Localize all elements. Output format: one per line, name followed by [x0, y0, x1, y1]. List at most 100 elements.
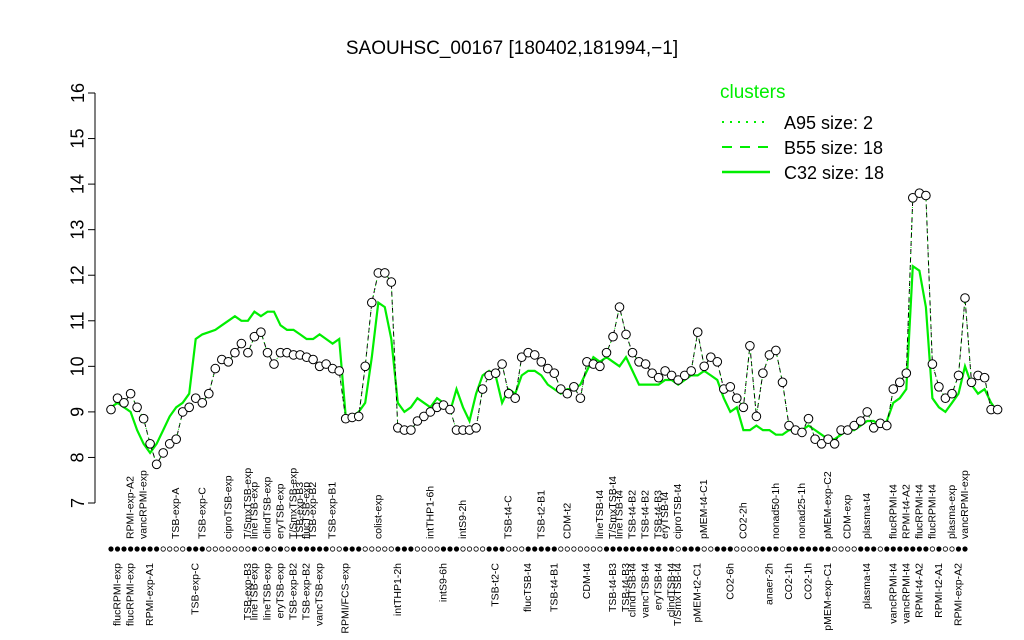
sample-marker: [525, 546, 531, 552]
top-sample-label: flucRPMI-t4: [887, 484, 899, 539]
sample-marker: [245, 546, 251, 552]
cluster-c32-line: [110, 264, 999, 455]
bottom-sample-label: intS9-6h: [438, 563, 450, 602]
sample-marker: [479, 546, 486, 552]
sample-marker: [134, 546, 140, 552]
sample-marker: [499, 546, 505, 552]
top-sample-label: intS9-2h: [457, 500, 469, 539]
data-point: [125, 388, 136, 399]
data-point: [966, 377, 977, 388]
legend-entry-label: A95 size: 2: [784, 113, 873, 133]
data-point: [171, 434, 181, 445]
bottom-sample-label: pMEM-exp-C1: [822, 563, 834, 631]
sample-marker: [290, 546, 297, 552]
data-point: [529, 350, 540, 360]
data-point: [106, 404, 116, 415]
sample-marker: [701, 546, 707, 552]
bottom-sample-label: flucTSB-t4: [522, 563, 534, 612]
bottom-sample-label: pMEM-t2-C1: [692, 563, 704, 623]
sample-marker: [571, 546, 577, 552]
sample-marker: [251, 546, 257, 552]
data-point: [445, 404, 455, 415]
sample-marker: [812, 546, 818, 552]
top-sample-label: lineTSB-exp: [248, 482, 260, 539]
data-point: [921, 190, 931, 201]
top-sample-label: ciproTSB-exp: [222, 475, 234, 539]
sample-marker: [877, 546, 883, 552]
data-point: [627, 347, 638, 358]
top-sample-label: clindTSB-exp: [262, 476, 274, 539]
bottom-sample-label: vancTSB-t4: [640, 563, 652, 618]
sample-marker: [362, 546, 368, 552]
top-sample-label: TSB-t4-B2: [627, 490, 639, 539]
sample-marker: [740, 546, 747, 552]
sample-marker: [792, 546, 799, 552]
sample-marker: [545, 546, 551, 552]
data-point: [934, 382, 944, 392]
sample-marker: [329, 546, 336, 552]
data-point: [699, 361, 710, 372]
sample-marker: [773, 546, 779, 552]
top-sample-label: TSB-t4-B2: [640, 490, 652, 539]
data-point: [640, 359, 651, 369]
sample-marker: [538, 546, 544, 552]
top-sample-label: pMEM-t4-C1: [698, 479, 710, 539]
data-point: [477, 384, 488, 394]
y-tick-label: 11: [68, 311, 88, 330]
sample-marker: [623, 546, 629, 552]
data-point: [536, 357, 547, 367]
sample-marker: [316, 546, 323, 552]
top-sample-label: TSB-t4-C: [503, 495, 515, 539]
sample-marker: [219, 546, 225, 552]
data-point: [960, 293, 970, 303]
sample-marker: [871, 546, 877, 552]
bottom-sample-label: RPMI/FCS-exp: [340, 563, 352, 634]
bottom-sample-label: TSB-t4-B3: [607, 563, 619, 612]
sample-marker: [453, 546, 460, 552]
bottom-sample-label: vancTSB-exp: [314, 563, 326, 626]
sample-marker: [682, 546, 688, 552]
data-point: [771, 345, 781, 356]
data-point: [686, 366, 697, 376]
sample-marker: [805, 546, 812, 552]
sample-marker: [506, 546, 512, 552]
data-point: [236, 338, 247, 349]
top-sample-label: vancRPMI-exp: [138, 470, 150, 539]
bottom-sample-label: flucRPMI-exp: [112, 563, 124, 626]
sample-marker: [284, 546, 290, 552]
bottom-sample-label: CO2-6h: [724, 563, 736, 600]
bottom-sample-label: RPMI-exp-A2: [953, 563, 965, 626]
sample-marker: [466, 546, 473, 552]
bottom-sample-label: eryTSB-t4: [653, 563, 665, 610]
data-point: [745, 341, 755, 351]
data-point: [197, 398, 208, 408]
sample-marker: [864, 546, 870, 552]
legend-title: clusters: [720, 82, 785, 103]
sample-marker: [916, 546, 923, 552]
sample-marker: [212, 546, 218, 552]
sample-marker: [955, 546, 962, 552]
sample-marker: [186, 546, 192, 552]
bottom-sample-label: TSB-exp-C: [190, 563, 202, 615]
legend-entry-label: C32 size: 18: [784, 163, 884, 183]
sample-marker: [206, 546, 212, 552]
data-point: [758, 368, 768, 379]
data-point: [353, 411, 364, 422]
sample-marker: [336, 546, 342, 552]
sample-marker: [180, 546, 186, 552]
y-tick-label: 9: [68, 407, 88, 417]
y-tick-label: 13: [68, 220, 88, 240]
bottom-sample-label: CO2-1h: [783, 563, 795, 600]
sample-marker: [766, 546, 773, 552]
sample-marker: [779, 546, 786, 552]
sample-marker: [786, 546, 792, 552]
sample-marker: [440, 546, 447, 552]
sample-marker: [147, 546, 153, 552]
top-sample-label: TSB-exp-B1: [327, 482, 339, 539]
top-sample-label: lineTSB-t4: [614, 490, 626, 539]
top-sample-label: eryTSB-t4: [659, 492, 671, 539]
sample-marker: [532, 546, 538, 552]
data-point: [621, 329, 631, 340]
data-point: [262, 347, 273, 358]
data-point: [862, 407, 873, 417]
